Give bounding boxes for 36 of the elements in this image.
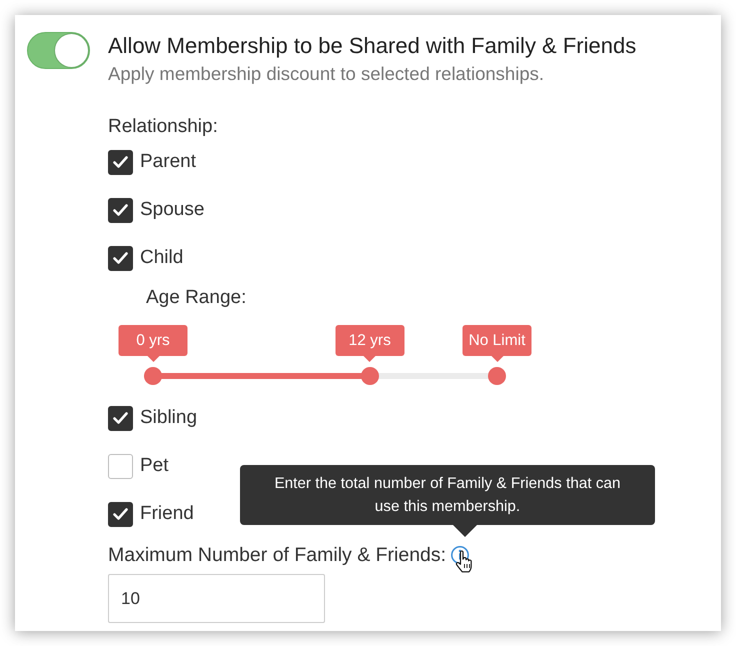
checkbox[interactable] [108,150,133,174]
pointer-icon [147,356,159,362]
checkbox[interactable] [108,406,133,430]
setting-description: Apply membership discount to selected relationships. [108,63,544,85]
checkbox-label: Pet [140,455,169,477]
slider-handle[interactable] [144,367,162,385]
checkmark-icon [113,252,128,264]
slider-handle[interactable] [488,367,506,385]
slider-handle[interactable] [360,367,379,385]
max-friends-label: Maximum Number of Family & Friends: [108,544,446,566]
checkbox-label: Friend [140,503,194,525]
relationship-label: Relationship: [108,116,218,138]
slider-value-label: 12 yrs [335,325,404,356]
hand-cursor-icon [454,550,474,573]
checkmark-icon [113,412,128,424]
setting-title: Allow Membership to be Shared with Family & Friends [108,34,636,58]
pointer-icon [491,356,503,362]
tooltip: Enter the total number of Family & Friends that can use this membership. [240,465,655,525]
checkbox-label: Spouse [140,199,204,221]
number-input[interactable]: 10 [108,574,325,623]
checkbox[interactable] [108,454,133,478]
age-range-label: Age Range: [146,287,246,309]
checkbox-label: Parent [140,151,196,173]
slider-value-label: 0 yrs [118,325,188,356]
checkbox[interactable] [108,246,133,270]
checkbox-label: Sibling [140,407,198,429]
checkmark-icon [113,508,128,520]
checkbox-label: Child [140,247,184,269]
pointer-icon [364,356,376,362]
toggle-switch[interactable] [27,32,90,69]
checkmark-icon [113,204,128,216]
checkbox[interactable] [108,198,133,222]
checkmark-icon [113,156,128,168]
pointer-icon [453,525,477,537]
slider-value-label: No Limit [462,325,532,356]
checkbox[interactable] [108,502,133,526]
